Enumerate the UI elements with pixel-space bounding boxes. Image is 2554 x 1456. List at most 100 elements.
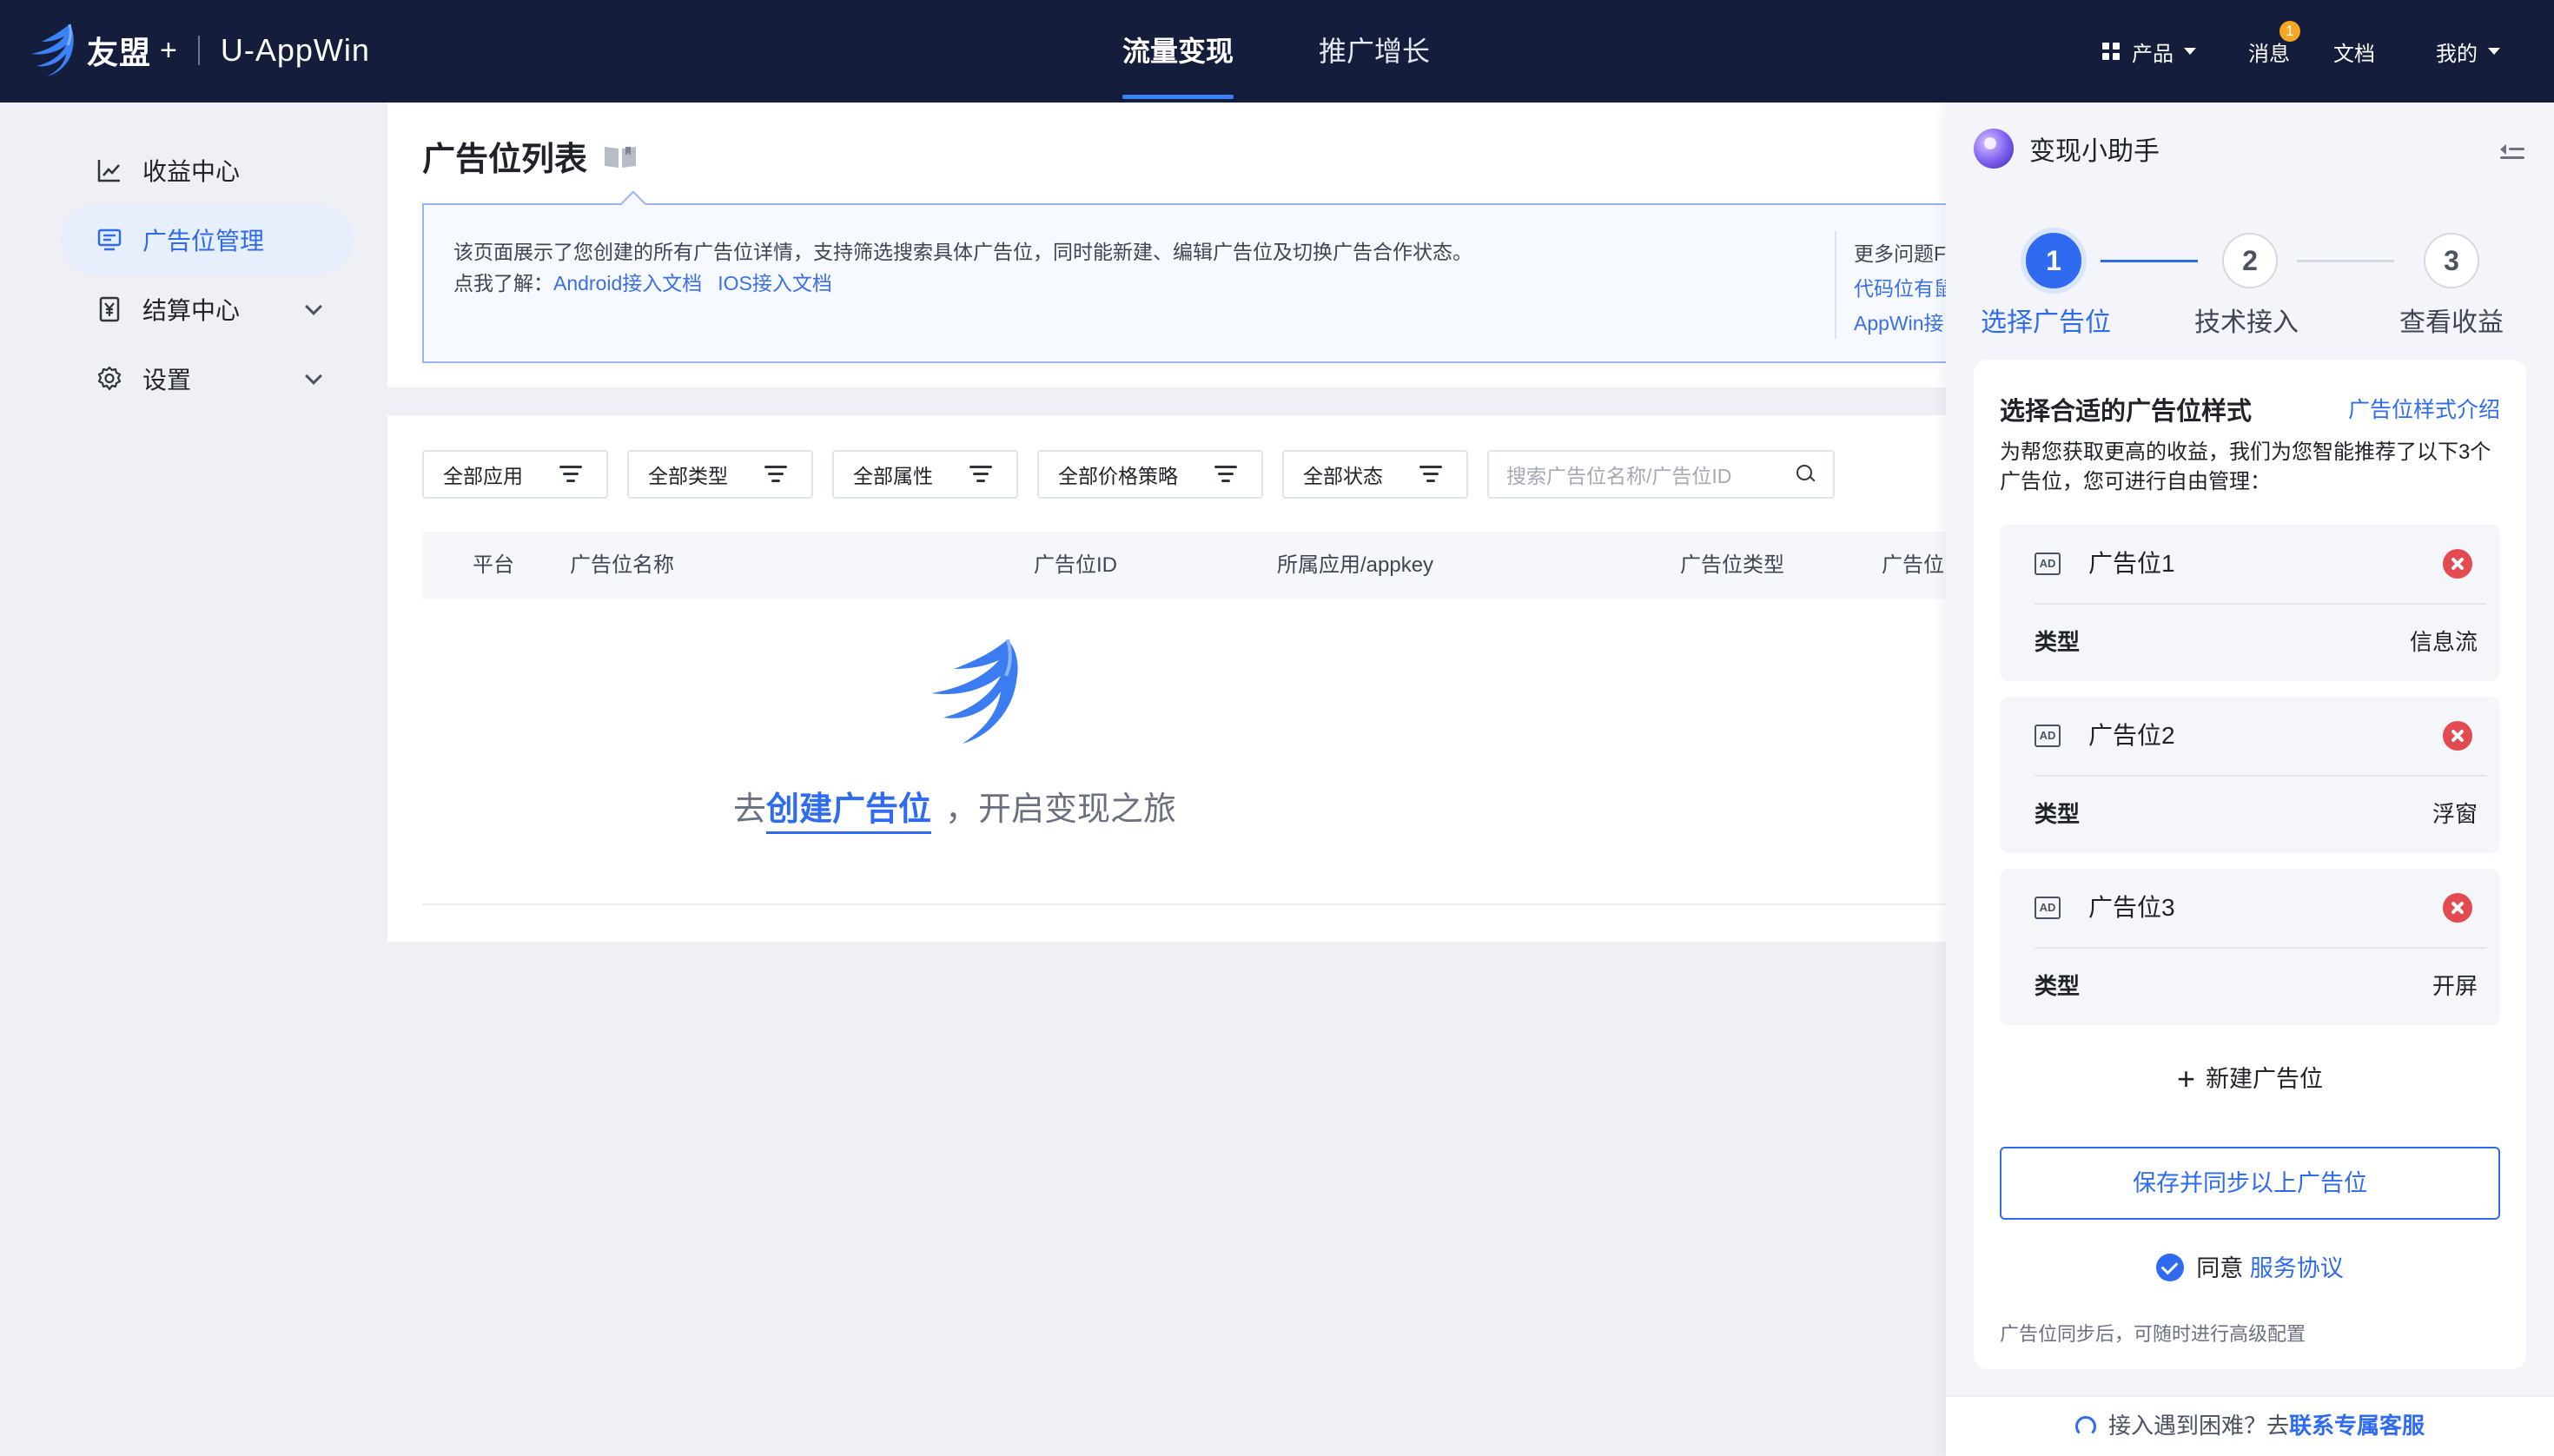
faq-title: 更多问题F [1854,242,1947,265]
sidebar-item-label: 收益中心 [142,158,241,185]
divider [2035,947,2486,949]
ad-style-intro-link[interactable]: 广告位样式介绍 [2348,393,2500,424]
logo[interactable]: 友盟 + U-AppWin [26,19,370,82]
ad-type-value: 浮窗 [2432,801,2478,827]
ad-type-label: 类型 [2035,973,2081,999]
filter-label: 全部价格策略 [1058,465,1178,487]
filter-app[interactable]: 全部应用 [422,450,608,499]
assistant-avatar [1974,129,2014,169]
chevron-down-icon [305,298,322,315]
chevron-down-icon [2488,48,2500,55]
collapse-panel-icon[interactable] [2500,139,2524,160]
messages-label: 消息 [2248,42,2290,66]
filter-pricing[interactable]: 全部价格策略 [1037,450,1263,499]
column-ad-name: 广告位名称 [570,553,674,577]
account-label: 我的 [2436,42,2478,66]
add-ad-label: 新建广告位 [2206,1066,2324,1092]
step-3-circle: 3 [2424,233,2479,288]
ad-slot-header: AD 广告位3 [2000,869,2500,947]
ad-icon: AD [2035,553,2061,575]
table-bottom-divider [422,903,1946,905]
filter-icon [1214,466,1237,483]
ad-slot-name: 广告位1 [2088,550,2175,577]
gear-icon [97,366,122,391]
agree-label: 同意 [2196,1255,2244,1281]
notice-line-1: 该页面展示了您创建的所有广告位详情，支持筛选搜索具体广告位，同时能新建、编辑广告… [453,241,1472,263]
assistant-title: 变现小助手 [2029,137,2160,166]
sidebar-item-ad-management[interactable]: 广告位管理 [61,205,353,275]
filter-status[interactable]: 全部状态 [1282,450,1468,499]
assistant-footer: 接入遇到困难？去联系专属客服 [1946,1395,2554,1456]
products-menu[interactable]: 产品 [2102,0,2196,103]
notice-prefix: 点我了解： [453,272,553,295]
sidebar-item-revenue[interactable]: 收益中心 [61,136,353,205]
empty-suffix: ，开启变现之旅 [945,791,1177,828]
notice-line-2: 点我了解：Android接入文档 IOS接入文档 [453,268,1472,299]
contact-support-link[interactable]: 联系专属客服 [2289,1413,2425,1439]
page-header-card: 广告位列表 该页面展示了您创建的所有广告位详情，支持筛选搜索具体广告位，同时能新… [387,103,1954,387]
message-count-badge: 1 [2279,21,2300,42]
products-label: 产品 [2132,42,2174,66]
ad-slot-item: AD 广告位2 类型 浮窗 [2000,697,2500,853]
brand-name: 友盟 [87,35,152,70]
book-icon[interactable] [603,143,638,169]
ad-list-card: 全部应用 全部类型 全部属性 全部价格策略 全部状态 搜索广告位名称/广告位ID… [387,415,1946,942]
notice-text: 该页面展示了您创建的所有广告位详情，支持筛选搜索具体广告位，同时能新建、编辑广告… [453,236,1472,299]
messages-link[interactable]: 消息 1 [2248,0,2300,103]
filter-type[interactable]: 全部类型 [627,450,813,499]
column-ad-id: 广告位ID [1034,553,1117,577]
ad-slot-name: 广告位2 [2088,722,2175,749]
step-connector [2297,260,2394,262]
save-sync-button[interactable]: 保存并同步以上广告位 [2000,1147,2500,1220]
grid-icon [2102,43,2120,60]
ad-slot-item: AD 广告位3 类型 开屏 [2000,869,2500,1025]
step-2-label: 技术接入 [2194,308,2299,337]
ad-recommend-card: 选择合适的广告位样式 广告位样式介绍 为帮您获取更高的收益，我们为您智能推荐了以… [1974,360,2526,1369]
filter-icon [559,466,582,483]
ad-slot-header: AD 广告位2 [2000,697,2500,775]
plus-icon: + [2176,1061,2196,1096]
product-name: U-AppWin [220,32,370,68]
search-icon[interactable] [1796,465,1816,484]
remove-icon[interactable] [2443,721,2472,751]
faq-link-1[interactable]: 代码位有鼠 [1854,271,1954,306]
search-input[interactable]: 搜索广告位名称/广告位ID [1487,450,1835,499]
table-header: 平台 广告位名称 广告位ID 所属应用/appkey 广告位类型 广告位 [422,532,1946,599]
ios-doc-link[interactable]: IOS接入文档 [718,272,832,295]
create-ad-link[interactable]: 创建广告位 [766,782,932,834]
account-menu[interactable]: 我的 [2436,0,2500,103]
service-agreement-link[interactable]: 服务协议 [2250,1255,2344,1281]
agree-checkbox[interactable] [2156,1254,2185,1281]
sidebar-item-settlement[interactable]: 结算中心 [61,275,353,344]
filter-attribute[interactable]: 全部属性 [832,450,1018,499]
divider [2035,775,2486,777]
filter-icon [969,466,992,483]
stepper: 1 2 3 选择广告位 技术接入 查看收益 [1946,233,2554,337]
top-nav: 友盟 + U-AppWin 流量变现 推广增长 产品 消息 1 文档 我的 [0,0,2554,103]
faq-link-2[interactable]: AppWin接 [1854,306,1954,341]
assistant-panel: 变现小助手 1 2 3 选择广告位 技术接入 查看收益 选择合适的广告位样式 广… [1946,103,2554,1456]
remove-icon[interactable] [2443,893,2472,923]
tab-growth[interactable]: 推广增长 [1319,0,1430,103]
brand-plus: + [160,33,177,67]
column-app: 所属应用/appkey [1277,553,1434,577]
filter-icon [1419,466,1442,483]
android-doc-link[interactable]: Android接入文档 [553,272,702,295]
docs-link[interactable]: 文档 [2333,0,2375,103]
ad-slot-name: 广告位3 [2088,894,2175,921]
empty-prefix: 去 [733,791,767,828]
tab-monetization[interactable]: 流量变现 [1122,0,1234,103]
ad-icon: AD [2035,725,2061,747]
sidebar-item-settings[interactable]: 设置 [61,344,353,414]
filter-label: 全部状态 [1303,465,1383,487]
chevron-down-icon [305,367,322,385]
remove-icon[interactable] [2443,549,2472,579]
ad-type-value: 信息流 [2409,629,2478,655]
page-title: 广告位列表 [422,132,638,180]
filter-bar: 全部应用 全部类型 全部属性 全部价格策略 全部状态 搜索广告位名称/广告位ID [422,450,1835,499]
filter-label: 全部类型 [648,465,728,487]
filter-label: 全部应用 [443,465,523,487]
assistant-header: 变现小助手 [1974,129,2160,169]
add-ad-slot-button[interactable]: + 新建广告位 [1974,1060,2526,1097]
footer-text: 接入遇到困难？去 [2107,1413,2289,1439]
